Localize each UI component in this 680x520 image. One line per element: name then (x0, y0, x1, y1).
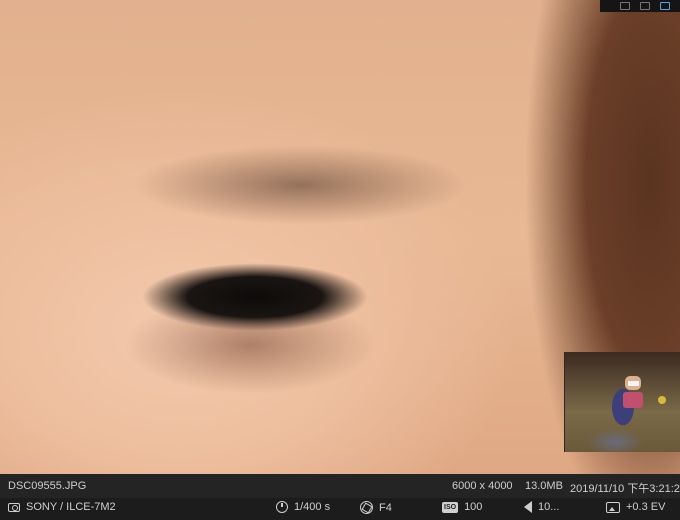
window-button[interactable] (660, 2, 670, 10)
navigator-thumbnail[interactable] (564, 352, 680, 452)
focal-info: 10... (524, 501, 559, 513)
iso-icon: ISO (442, 501, 459, 513)
exif-bar: SONY / ILCE-7M2 1/400 s F4 ISO 100 10...… (0, 498, 680, 520)
photo-viewer[interactable] (0, 0, 680, 474)
picture-icon (606, 501, 620, 513)
aperture-value: F4 (379, 501, 392, 514)
aperture-icon (360, 501, 373, 514)
thumbnail-flower (658, 396, 666, 404)
filename-label: DSC09555.JPG (8, 480, 87, 492)
file-info-bar: DSC09555.JPG 6000 x 4000 13.0MB 2019/11/… (0, 474, 680, 498)
camera-model: SONY / ILCE-7M2 (26, 501, 116, 513)
timer-icon (276, 501, 288, 513)
focal-length: 10... (538, 501, 560, 513)
thumbnail-redaction (628, 381, 639, 386)
iso-info: ISO 100 (442, 501, 482, 513)
filesize-label: 13.0MB (525, 480, 563, 492)
exposure-info: +0.3 EV (606, 501, 665, 513)
exposure-compensation: +0.3 EV (626, 501, 666, 513)
datetime-label: 2019/11/10 下午3:21:24 (570, 483, 680, 495)
speaker-icon (524, 501, 532, 513)
window-toolbar (600, 0, 680, 12)
window-button[interactable] (620, 2, 630, 10)
camera-info: SONY / ILCE-7M2 (8, 501, 116, 513)
shutter-info: 1/400 s (276, 501, 330, 513)
iso-value: 100 (464, 501, 483, 513)
aperture-info: F4 (360, 501, 392, 514)
thumbnail-jacket (623, 392, 643, 408)
window-button[interactable] (640, 2, 650, 10)
camera-icon (8, 502, 20, 512)
shutter-speed: 1/400 s (294, 501, 331, 513)
resolution-label: 6000 x 4000 (452, 480, 513, 492)
